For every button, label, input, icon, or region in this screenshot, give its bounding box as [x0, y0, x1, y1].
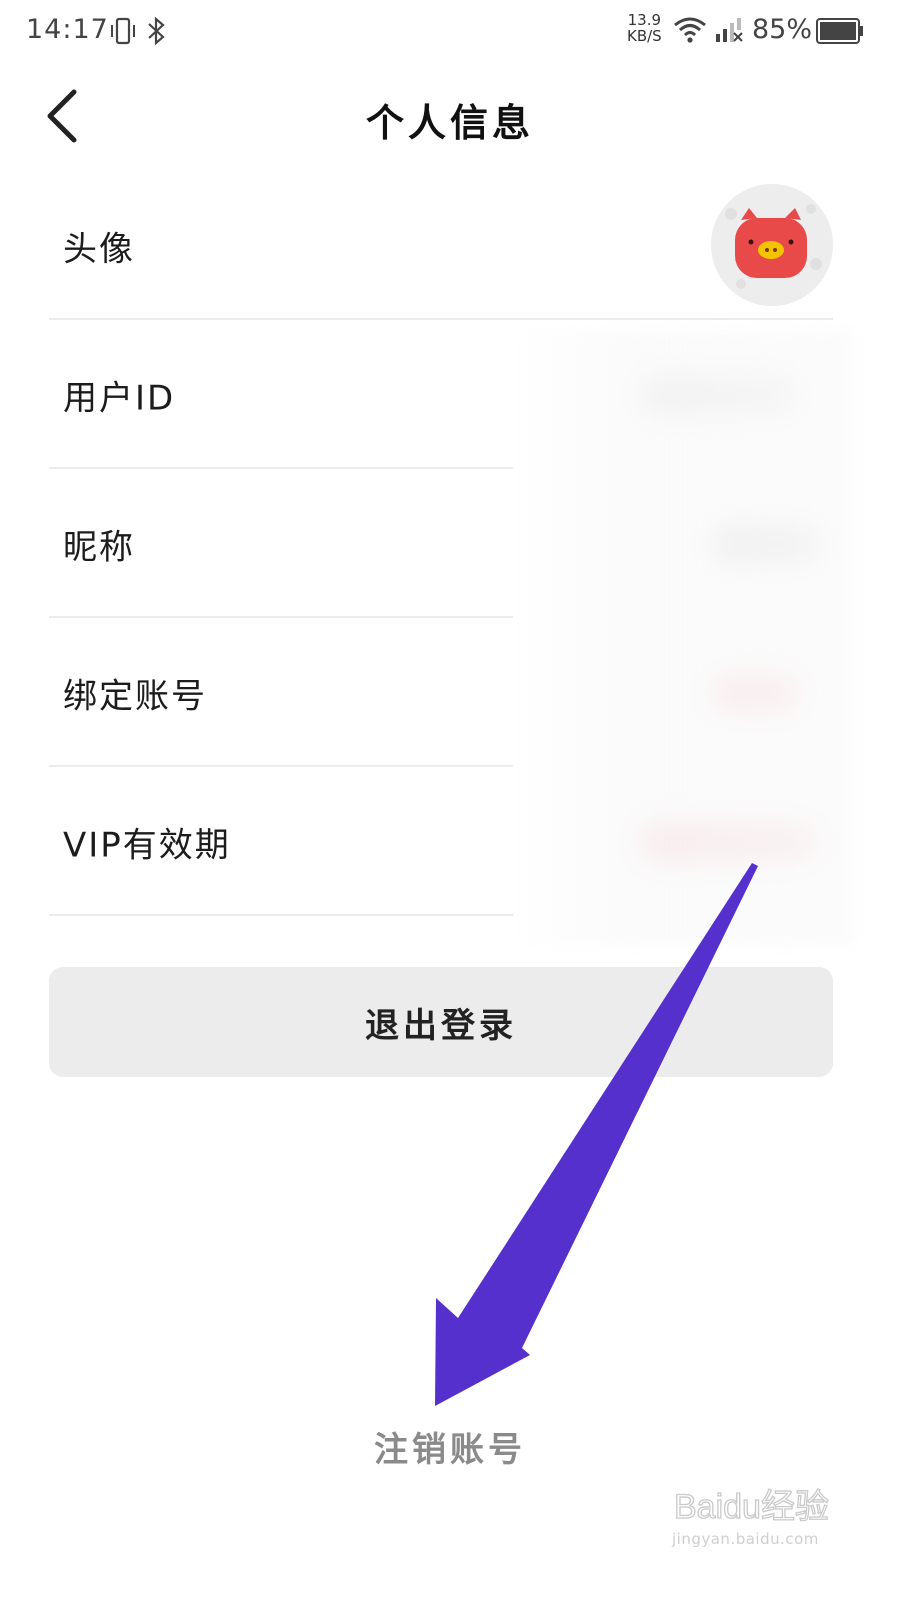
avatar[interactable] [711, 184, 833, 306]
page-title: 个人信息 [365, 100, 534, 145]
wifi-icon [672, 15, 708, 49]
network-speed-value: 13.9 [627, 11, 662, 29]
bluetooth-icon [146, 16, 168, 50]
status-time: 14:17 [26, 14, 109, 45]
watermark-logo-text: Baidu经验 [674, 1488, 829, 1526]
row-divider [49, 914, 513, 916]
row-avatar[interactable]: 头像 [0, 172, 900, 320]
logout-label: 退出登录 [365, 1005, 517, 1046]
network-speed-unit: KB/S [627, 27, 662, 45]
vibrate-icon [108, 16, 138, 50]
row-label-avatar: 头像 [63, 229, 135, 270]
row-label-bound-account: 绑定账号 [63, 676, 207, 716]
privacy-blur-overlay [513, 330, 853, 945]
row-label-user-id: 用户ID [63, 378, 176, 418]
row-label-nickname: 昵称 [63, 527, 135, 567]
network-speed: 13.9 KB/S [627, 12, 662, 44]
baidu-jingyan-watermark: Baidu经验 jingyan.baidu.com [672, 1478, 842, 1558]
row-label-vip-expiry: VIP有效期 [63, 825, 231, 865]
cancel-account-link[interactable]: 注销账号 [0, 1422, 900, 1471]
status-bar: 14:17 13.9 KB/S 85% [0, 0, 900, 64]
battery-percent: 85% [752, 14, 813, 45]
baidu-paw-logo-icon: Baidu经验 [673, 1487, 829, 1526]
battery-icon [816, 18, 864, 48]
signal-icon [715, 17, 745, 47]
logout-button[interactable]: 退出登录 [49, 967, 833, 1077]
watermark-url: jingyan.baidu.com [672, 1530, 819, 1548]
header: 个人信息 [0, 64, 900, 172]
